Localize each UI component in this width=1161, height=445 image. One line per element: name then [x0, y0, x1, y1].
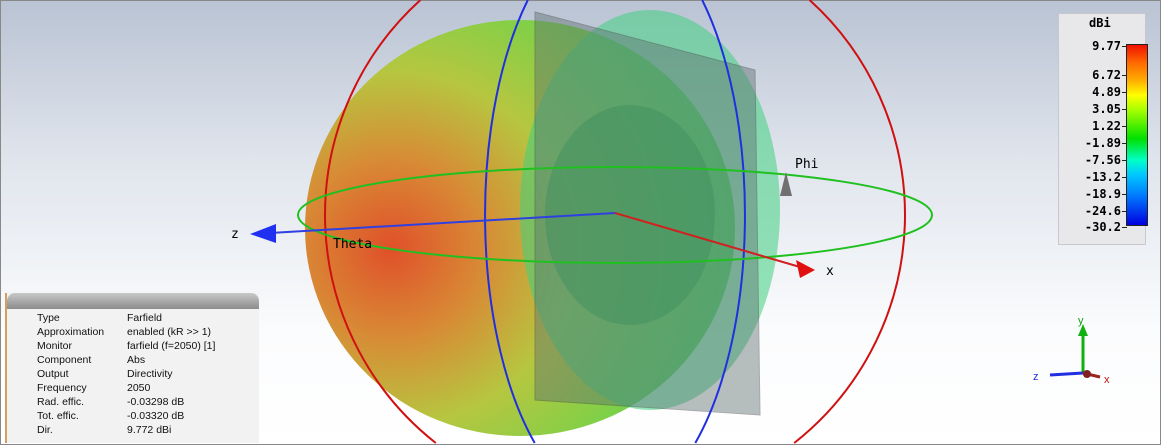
legend-tick: 9.77 — [1059, 39, 1127, 53]
farfield-info-panel: Type Farfield Approximation enabled (kR >>… — [5, 293, 259, 443]
triad-y-label: y — [1078, 315, 1084, 327]
info-row: Dir. 9.772 dBi — [37, 423, 215, 437]
info-label: Tot. effic. — [37, 409, 79, 422]
info-row: Frequency 2050 — [37, 381, 215, 395]
legend-unit: dBi — [1089, 16, 1111, 30]
triad-x-label: x — [1104, 374, 1110, 386]
info-label: Monitor — [37, 339, 73, 352]
x-arrow — [796, 260, 815, 278]
info-label: Dir. — [37, 423, 53, 436]
info-row: Rad. effic. -0.03298 dB — [37, 395, 215, 409]
info-value: Directivity — [127, 367, 173, 380]
info-value: -0.03320 dB — [127, 409, 185, 422]
triad-z-label: z — [1033, 371, 1039, 383]
info-value: -0.03298 dB — [127, 395, 185, 408]
legend-tick: 4.89 — [1059, 85, 1127, 99]
info-value: enabled (kR >> 1) — [127, 325, 212, 338]
x-axis-label: x — [826, 264, 834, 279]
info-value: 2050 — [127, 381, 151, 394]
legend-tick: 1.22 — [1059, 119, 1127, 133]
color-scale-legend: dBi 9.77 6.72 4.89 3.05 1.22 -1.89 -7.56… — [1058, 13, 1148, 245]
info-value: Farfield — [127, 311, 163, 324]
info-row: Approximation enabled (kR >> 1) — [37, 325, 215, 339]
legend-tick: -13.2 — [1059, 170, 1127, 184]
phi-label: Phi — [795, 157, 818, 172]
info-panel-header — [7, 293, 259, 309]
info-row: Output Directivity — [37, 367, 215, 381]
info-label: Component — [37, 353, 92, 366]
info-table: Type Farfield Approximation enabled (kR >>… — [37, 311, 215, 437]
info-label: Type — [37, 311, 60, 324]
info-label: Output — [37, 367, 69, 380]
info-row: Component Abs — [37, 353, 215, 367]
theta-label: Theta — [333, 237, 372, 252]
info-value: Abs — [127, 353, 146, 366]
orientation-triad: y x z — [1033, 315, 1110, 386]
info-row: Tot. effic. -0.03320 dB — [37, 409, 215, 423]
legend-tick: 6.72 — [1059, 68, 1127, 82]
info-value: farfield (f=2050) [1] — [127, 339, 216, 352]
info-label: Frequency — [37, 381, 87, 394]
z-axis-label: z — [231, 227, 239, 242]
z-arrow — [250, 224, 276, 243]
legend-tick: -7.56 — [1059, 153, 1127, 167]
legend-tick: -30.2 — [1059, 220, 1127, 234]
info-row: Type Farfield — [37, 311, 215, 325]
legend-tick: -1.89 — [1059, 136, 1127, 150]
legend-tick: 3.05 — [1059, 102, 1127, 116]
info-label: Approximation — [37, 325, 105, 338]
legend-tick: -18.9 — [1059, 187, 1127, 201]
color-scale-bar — [1126, 44, 1148, 226]
legend-tick: -24.6 — [1059, 204, 1127, 218]
info-label: Rad. effic. — [37, 395, 85, 408]
info-value: 9.772 dBi — [127, 423, 172, 436]
info-row: Monitor farfield (f=2050) [1] — [37, 339, 215, 353]
